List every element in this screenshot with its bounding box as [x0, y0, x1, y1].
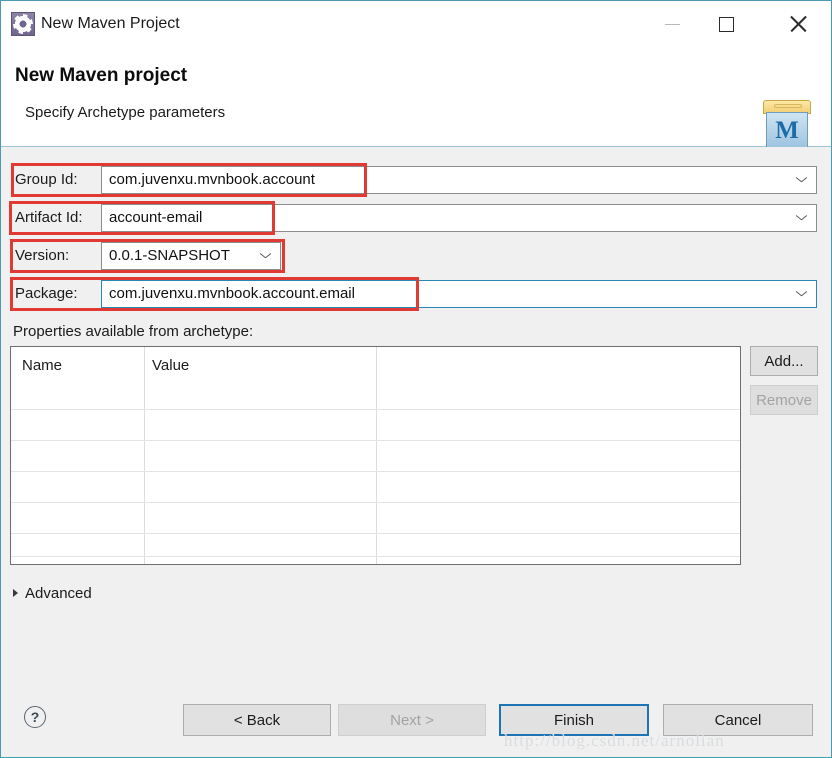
window-title: New Maven Project	[41, 15, 180, 32]
table-row[interactable]	[11, 502, 740, 503]
maximize-icon	[718, 16, 734, 32]
wizard-header: New Maven project Specify Archetype para…	[1, 47, 831, 148]
add-property-button[interactable]: Add...	[750, 346, 818, 376]
version-combo[interactable]: 0.0.1-SNAPSHOT	[101, 242, 281, 270]
table-row[interactable]	[11, 471, 740, 472]
close-button[interactable]	[775, 1, 821, 47]
remove-property-button: Remove	[750, 385, 818, 415]
advanced-label: Advanced	[25, 584, 92, 602]
chevron-down-icon	[260, 253, 271, 259]
help-button[interactable]: ?	[24, 706, 46, 728]
package-combo[interactable]: com.juvenxu.mvnbook.account.email	[101, 280, 817, 308]
triangle-right-icon	[13, 589, 18, 597]
package-row: Package: com.juvenxu.mvnbook.account.ema…	[1, 280, 831, 308]
group-id-combo[interactable]: com.juvenxu.mvnbook.account	[101, 166, 817, 194]
package-label: Package:	[15, 285, 78, 302]
page-subtitle: Specify Archetype parameters	[25, 104, 226, 121]
column-divider	[376, 347, 377, 564]
wizard-body: Group Id: com.juvenxu.mvnbook.account Ar…	[1, 147, 831, 757]
title-bar: New Maven Project	[1, 1, 831, 47]
version-label: Version:	[15, 247, 70, 264]
maven-archetype-icon	[761, 100, 813, 148]
minimize-icon	[664, 23, 680, 25]
group-id-label: Group Id:	[15, 171, 78, 188]
column-header-value[interactable]: Value	[152, 347, 189, 385]
table-row[interactable]	[11, 440, 740, 441]
chevron-down-icon	[796, 291, 807, 297]
artifact-id-value: account-email	[109, 209, 203, 226]
chevron-down-icon	[796, 215, 807, 221]
properties-table[interactable]: Name Value	[10, 346, 741, 565]
properties-label: Properties available from archetype:	[13, 323, 254, 340]
back-button[interactable]: < Back	[183, 704, 331, 736]
artifact-id-label: Artifact Id:	[15, 209, 83, 226]
new-maven-project-dialog: New Maven Project New Maven project Spec…	[0, 0, 832, 758]
version-row: Version: 0.0.1-SNAPSHOT	[1, 242, 831, 270]
artifact-id-combo[interactable]: account-email	[101, 204, 817, 232]
column-header-name[interactable]: Name	[22, 347, 62, 385]
next-button: Next >	[338, 704, 486, 736]
package-value: com.juvenxu.mvnbook.account.email	[109, 285, 355, 302]
group-id-value: com.juvenxu.mvnbook.account	[109, 171, 315, 188]
table-row[interactable]	[11, 409, 740, 410]
minimize-button[interactable]	[649, 1, 695, 47]
table-row[interactable]	[11, 533, 740, 534]
close-icon	[789, 15, 807, 33]
group-id-row: Group Id: com.juvenxu.mvnbook.account	[1, 166, 831, 194]
page-title: New Maven project	[15, 65, 188, 86]
chevron-down-icon	[796, 177, 807, 183]
artifact-id-row: Artifact Id: account-email	[1, 204, 831, 232]
maximize-button[interactable]	[703, 1, 749, 47]
column-divider	[144, 347, 145, 564]
watermark: http://blog.csdn.net/arnolian	[504, 731, 725, 750]
version-value: 0.0.1-SNAPSHOT	[109, 247, 230, 264]
advanced-expander[interactable]: Advanced	[13, 583, 92, 603]
maven-gear-icon	[11, 12, 35, 36]
table-row[interactable]	[11, 556, 740, 557]
